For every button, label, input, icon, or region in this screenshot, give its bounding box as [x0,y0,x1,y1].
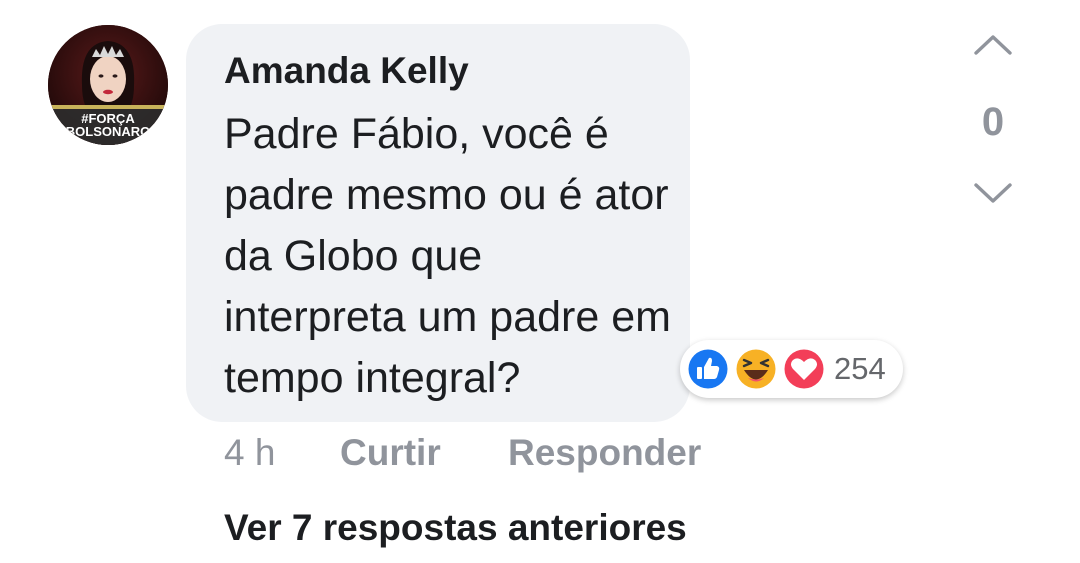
view-previous-replies-link[interactable]: Ver 7 respostas anteriores [224,507,687,549]
reply-button[interactable]: Responder [508,432,701,474]
comment-text: Padre Fábio, você é padre mesmo ou é ato… [224,110,671,402]
like-button[interactable]: Curtir [340,432,441,474]
comment-author[interactable]: Amanda Kelly [224,50,469,92]
comment-timestamp[interactable]: 4 h [224,432,275,474]
comment-screen: #FORÇA BOLSONARO Amanda Kelly Padre Fábi… [0,0,1080,563]
haha-icon [734,347,778,391]
reactions-summary[interactable]: 254 [680,340,903,398]
avatar-overlay-text-2: BOLSONARO [66,124,151,139]
avatar-image: #FORÇA BOLSONARO [48,25,168,145]
chevron-up-icon[interactable] [970,30,1016,60]
vote-score: 0 [981,100,1005,144]
avatar[interactable]: #FORÇA BOLSONARO [48,25,168,145]
like-icon [686,347,730,391]
love-icon [782,347,826,391]
reactions-count: 254 [834,351,886,386]
chevron-down-icon[interactable] [970,178,1016,208]
